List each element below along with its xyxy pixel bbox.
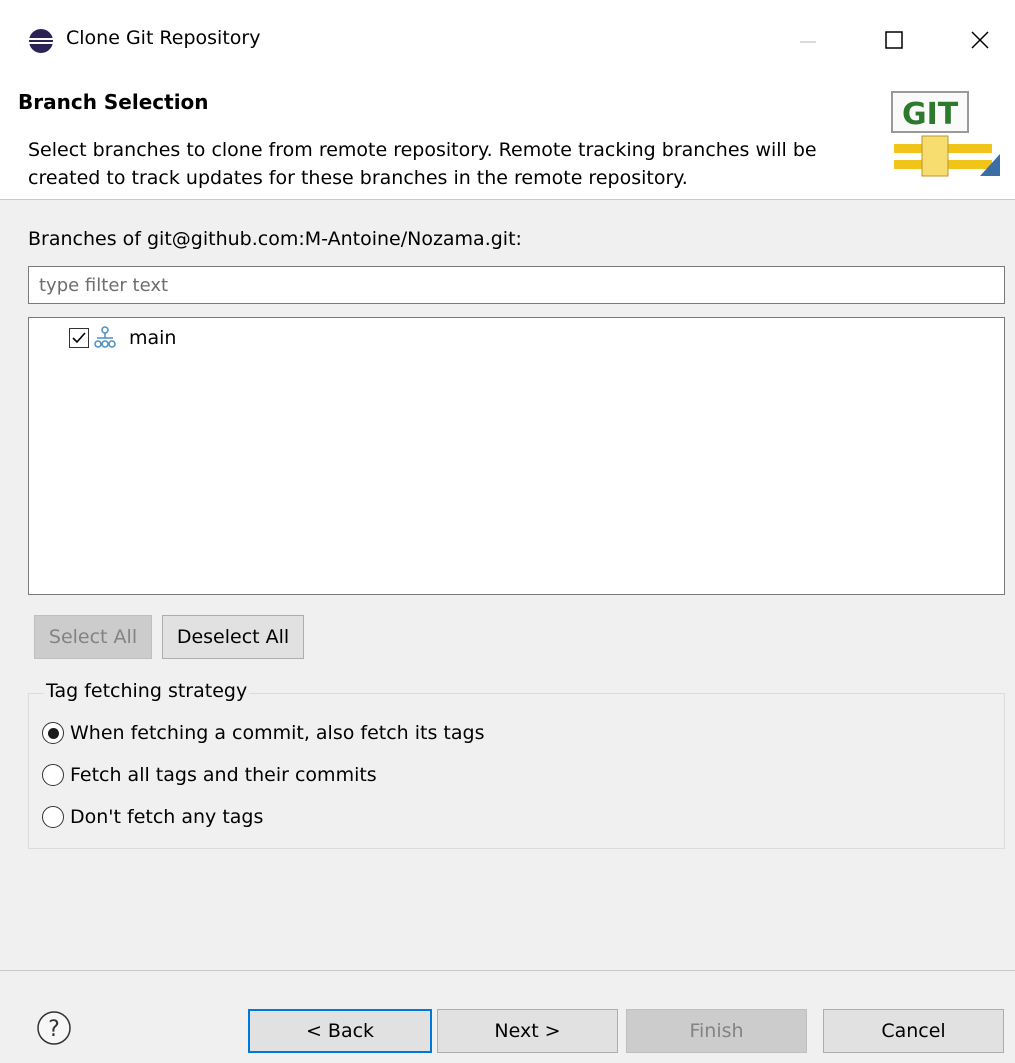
minimize-icon	[800, 41, 816, 43]
title-bar[interactable]: Clone Git Repository	[0, 0, 1015, 80]
radio-label: When fetching a commit, also fetch its t…	[70, 722, 485, 744]
page-description: Select branches to clone from remote rep…	[28, 139, 817, 189]
radio-button[interactable]	[42, 806, 64, 828]
radio-label: Fetch all tags and their commits	[70, 764, 377, 786]
clone-git-repository-dialog: Clone Git Repository Branch Selection Se…	[0, 0, 1015, 1063]
back-button[interactable]: < Back	[248, 1009, 432, 1053]
branch-name: main	[129, 327, 177, 349]
radio-label: Don't fetch any tags	[70, 806, 264, 828]
checkmark-icon	[72, 332, 86, 344]
close-icon	[971, 31, 989, 49]
wizard-banner: Branch Selection Select branches to clon…	[0, 80, 1015, 200]
svg-text:?: ?	[48, 1017, 60, 1042]
deselect-all-button[interactable]: Deselect All	[162, 615, 304, 659]
branch-item-main[interactable]: main	[69, 324, 176, 352]
finish-button[interactable]: Finish	[626, 1009, 807, 1053]
radio-button[interactable]	[42, 722, 64, 744]
select-all-button[interactable]: Select All	[34, 615, 152, 659]
radio-button[interactable]	[42, 764, 64, 786]
window-title: Clone Git Repository	[66, 27, 261, 49]
close-button[interactable]	[950, 14, 1010, 66]
filter-input[interactable]	[28, 266, 1005, 304]
help-icon[interactable]: ?	[36, 1010, 72, 1046]
git-logo-text: GIT	[902, 97, 959, 132]
eclipse-icon	[29, 29, 53, 53]
branches-label: Branches of git@github.com:M-Antoine/Noz…	[28, 228, 522, 250]
minimize-button[interactable]	[778, 14, 838, 66]
git-logo-icon: GIT	[891, 91, 1000, 177]
branch-tree[interactable]: main	[28, 317, 1005, 595]
page-title: Branch Selection	[18, 90, 209, 114]
maximize-icon	[885, 31, 903, 49]
branch-checkbox[interactable]	[69, 328, 89, 348]
branch-icon	[94, 326, 116, 348]
radio-no-tags[interactable]: Don't fetch any tags	[42, 803, 263, 831]
tag-strategy-legend: Tag fetching strategy	[44, 680, 250, 702]
next-button[interactable]: Next >	[437, 1009, 618, 1053]
radio-fetch-all-tags[interactable]: Fetch all tags and their commits	[42, 761, 377, 789]
radio-selected-dot	[47, 727, 59, 739]
cancel-button[interactable]: Cancel	[823, 1009, 1004, 1053]
radio-fetch-commit-tags[interactable]: When fetching a commit, also fetch its t…	[42, 719, 484, 747]
maximize-button[interactable]	[864, 14, 924, 66]
footer-divider	[0, 970, 1015, 971]
